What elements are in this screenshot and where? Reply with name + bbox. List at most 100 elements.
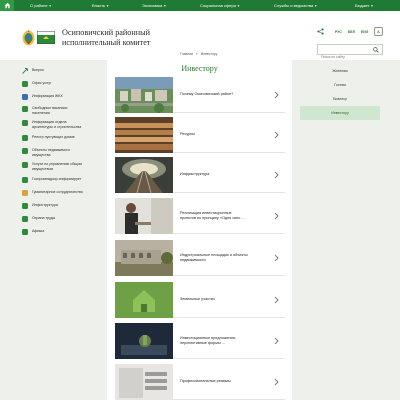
investment-image: [115, 322, 173, 359]
chevron-right-icon: [274, 254, 279, 262]
lang-ru[interactable]: РУС: [335, 30, 342, 34]
sidebar-item-service-office[interactable]: Офис услуг: [22, 81, 51, 87]
sidebar-item-label: Госпромнадзор информирует: [32, 177, 82, 181]
sidebar-item-housing[interactable]: Информация ЖКХ: [22, 94, 63, 100]
card-title: Профессиональные резюмы: [180, 379, 231, 384]
calculator-image: [115, 363, 173, 400]
breadcrumb-current: Инвестору: [200, 52, 218, 56]
chevron-right-icon: [274, 131, 279, 139]
chevron-right-icon: [274, 171, 279, 179]
lumber-image: [115, 116, 173, 153]
chevron-down-icon: ▼: [236, 3, 240, 8]
sidebar-item-architecture[interactable]: Информация отдела архитектуры и строитель…: [22, 120, 81, 129]
nav-item-power[interactable]: Власть ▼: [92, 3, 109, 8]
sidebar-item-label: Охрана труда: [32, 216, 55, 220]
main-content: Инвестору Почему Осиповичский район? Рес…: [107, 60, 292, 400]
rside-item-residents[interactable]: Жителям: [300, 64, 380, 78]
font-size-button[interactable]: A: [374, 27, 383, 36]
sidebar-item-label-2: архитектуры и строительства: [32, 124, 82, 129]
sidebar-item-empty-houses[interactable]: Реестр пустующих домов: [22, 135, 75, 141]
card-land-plots[interactable]: Земельные участки: [115, 281, 285, 318]
chevron-right-icon: [274, 91, 279, 99]
sidebar-item-afisha[interactable]: Афиша: [22, 229, 44, 235]
search-input[interactable]: [318, 52, 368, 62]
sidebar-item-humanitarian[interactable]: Гуманитарное сотрудничество: [22, 190, 83, 196]
sidebar-item-label: Свободные вакансии: [32, 106, 68, 110]
rside-item-guests[interactable]: Гостям: [300, 78, 380, 92]
chevron-down-icon: ▼: [314, 3, 318, 8]
card-why-district[interactable]: Почему Осиповичский район?: [115, 76, 285, 113]
chevron-down-icon: ▼: [48, 3, 52, 8]
office-icon: [22, 81, 28, 87]
chevron-right-icon: [274, 212, 279, 220]
gospromnadzor-icon: [22, 177, 28, 183]
sidebar-item-real-estate[interactable]: Объекты недвижимого имущества: [22, 148, 70, 157]
card-investment-offers[interactable]: Инвестиционные предложения, перспективны…: [115, 322, 285, 359]
sidebar-item-infostructure[interactable]: Инфоструктура: [22, 203, 58, 209]
site-title-line2: исполнительный комитет: [62, 38, 151, 47]
card-one-window[interactable]: Реализация инвестиционных проектов по пр…: [115, 197, 285, 234]
site-title-line1: Осиповичский районный: [62, 28, 151, 37]
home-button[interactable]: [0, 0, 14, 11]
card-industrial-sites[interactable]: Индустриальные площадки и объекты недвиж…: [115, 239, 285, 276]
card-title-line2: перспективные формы ...: [180, 340, 225, 345]
card-resources[interactable]: Ресурсы: [115, 116, 285, 153]
afisha-icon: [22, 229, 28, 235]
nav-item-about[interactable]: О районе ▼: [30, 3, 52, 8]
state-emblem-icon[interactable]: [22, 29, 35, 46]
sidebar-item-label-2: имуществом: [32, 166, 54, 171]
breadcrumb-home[interactable]: Главная: [180, 52, 193, 56]
question-icon: [22, 68, 28, 74]
site-title[interactable]: Осиповичский районный исполнительный ком…: [62, 28, 212, 48]
search-icon[interactable]: [373, 47, 379, 53]
card-title-line2: проектов по принципу «Одно окно ...: [180, 215, 245, 220]
chevron-right-icon: [274, 378, 279, 386]
sidebar-item-gospromnadzor[interactable]: Госпромнадзор информирует: [22, 177, 81, 183]
breadcrumb: Главная » Инвестору: [180, 52, 217, 56]
home-icon: [4, 2, 10, 9]
chevron-right-icon: [274, 296, 279, 304]
office-worker-image: [115, 197, 173, 234]
card-resumes[interactable]: Профессиональные резюмы: [115, 363, 285, 400]
card-infrastructure[interactable]: Инфраструктура: [115, 156, 285, 193]
industrial-building-image: [115, 239, 173, 276]
nav-item-economy[interactable]: Экономика ▼: [142, 3, 166, 8]
district-flag-icon: [37, 31, 55, 44]
sidebar-item-label: Объекты недвижимого: [32, 148, 70, 152]
infostructure-icon: [22, 203, 28, 209]
sidebar-item-label: Инфоструктура: [32, 203, 58, 207]
labor-protection-icon: [22, 216, 28, 222]
sidebar-item-property-management[interactable]: Услуги по управлению общим имуществом: [22, 162, 82, 171]
search-box: [317, 44, 383, 62]
card-title: Инфраструктура: [180, 172, 210, 177]
sidebar-item-label: Афиша: [32, 229, 45, 233]
sidebar-item-question[interactable]: Вопрос: [22, 68, 44, 74]
top-navigation: О районе ▼ Власть ▼ Экономика ▼ Социальная …: [0, 0, 400, 11]
lang-en[interactable]: ENG: [361, 30, 368, 34]
rside-item-investor[interactable]: Инвестору: [300, 106, 380, 120]
vacancies-icon: [22, 106, 28, 112]
chevron-right-icon: [274, 337, 279, 345]
sidebar-item-label: Реестр пустующих домов: [32, 135, 75, 139]
sidebar-item-label: Услуги по управлению общим: [32, 162, 82, 166]
rside-item-business[interactable]: Бизнесу: [300, 92, 380, 106]
sidebar-item-label: Информация ЖКХ: [32, 94, 63, 98]
green-house-image: [115, 281, 173, 318]
sidebar-item-label: Гуманитарное сотрудничество: [32, 190, 83, 194]
nav-item-social[interactable]: Социальная сфера ▼: [200, 3, 240, 8]
breadcrumb-separator: »: [195, 52, 198, 56]
architecture-icon: [22, 120, 28, 126]
sidebar-item-vacancies[interactable]: Свободные вакансии населения: [22, 106, 67, 115]
lang-be[interactable]: БЕЛ: [348, 30, 355, 34]
sidebar-item-labor-protection[interactable]: Охрана труда: [22, 216, 55, 222]
sidebar-item-label-2: имущества: [32, 152, 51, 157]
property-icon: [22, 162, 28, 168]
nav-item-services[interactable]: Службы и ведомства ▼: [274, 3, 317, 8]
chevron-down-icon: ▼: [370, 3, 374, 8]
railway-image: [115, 156, 173, 193]
page-title: Инвестору: [181, 64, 218, 73]
chevron-down-icon: ▼: [163, 3, 167, 8]
share-icon[interactable]: [317, 28, 324, 35]
nav-item-budget[interactable]: Бюджет ▼: [355, 3, 373, 8]
card-title: Земельные участки: [180, 297, 215, 302]
